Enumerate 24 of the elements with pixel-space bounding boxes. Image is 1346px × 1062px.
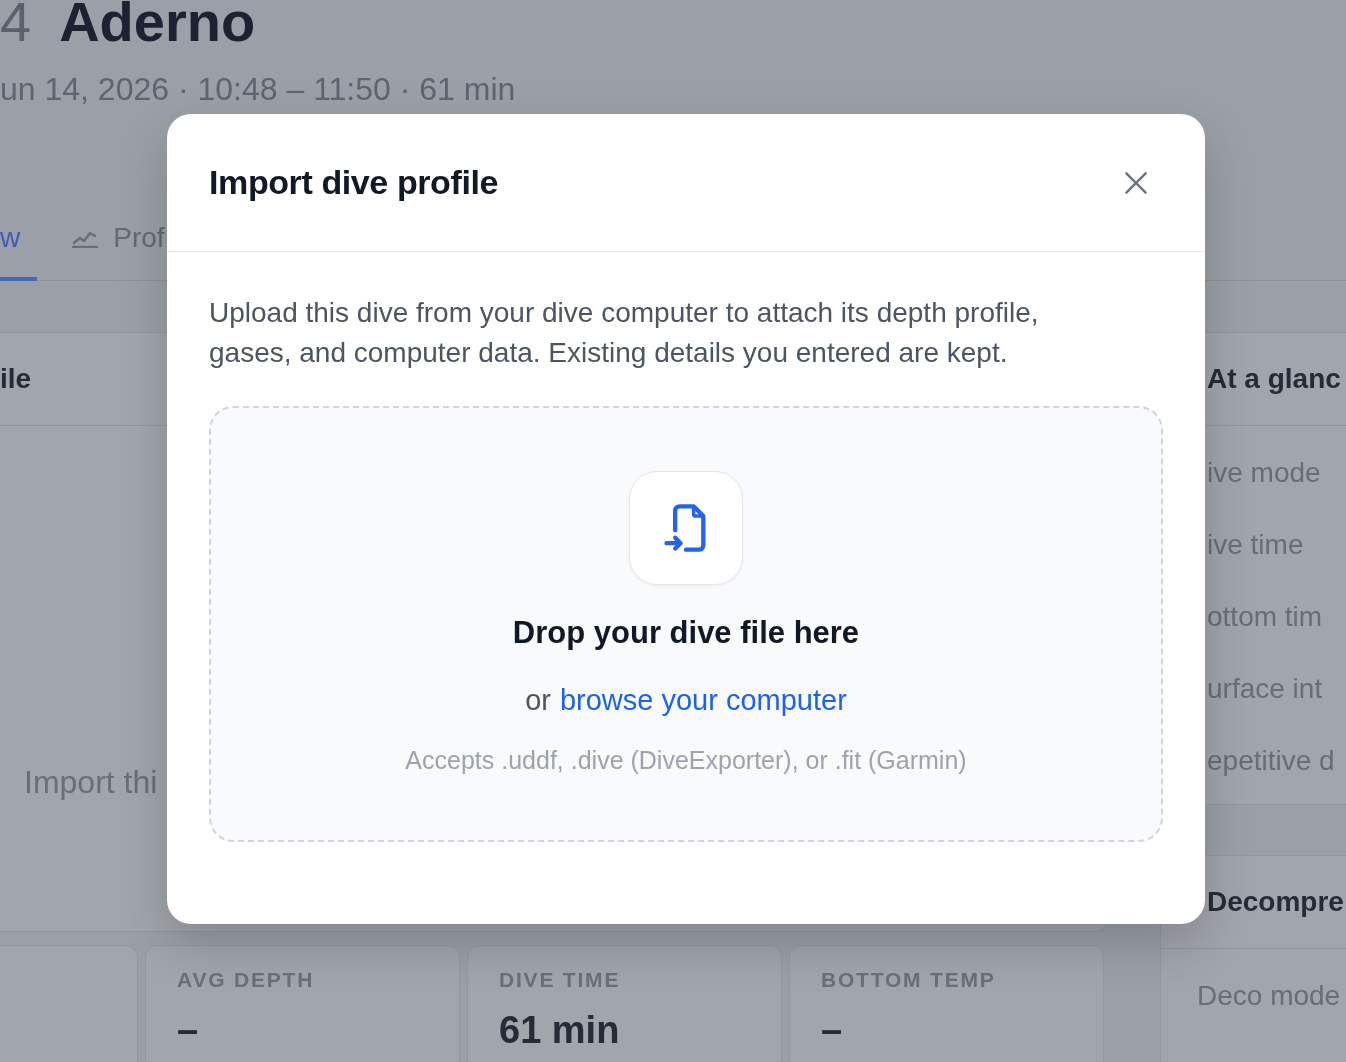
stat-value: – xyxy=(821,1008,843,1053)
row-label: urface int xyxy=(1207,672,1323,706)
close-icon xyxy=(1125,171,1147,194)
page-title: Aderno xyxy=(59,0,256,44)
card-title: ile xyxy=(0,362,32,396)
close-button[interactable] xyxy=(1124,170,1148,195)
file-drop-zone[interactable]: Drop your dive file here or browse your computer Accepts .uddf, .dive (DiveExporter), or .fit (Garmin) xyxy=(209,406,1163,842)
card-title: Decompre xyxy=(1207,885,1344,919)
stat-value: – xyxy=(177,1008,199,1053)
drop-heading: Drop your dive file here xyxy=(512,614,860,652)
accepted-formats-text: Accepts .uddf, .dive (DiveExporter), or .fit (Garmin) xyxy=(405,745,967,776)
dive-meta: un 14, 2026 · 10:48 – 11:50 · 61 min xyxy=(0,71,516,107)
row-label: ive mode xyxy=(1207,456,1321,490)
row-label: ive time xyxy=(1207,528,1304,562)
prompt-text: or xyxy=(525,683,551,718)
dive-number: 4 xyxy=(0,0,32,44)
row-label: epetitive d xyxy=(1207,744,1335,778)
dialog-title: Import dive profile xyxy=(209,162,498,203)
stat-value: 61 min xyxy=(499,1008,620,1053)
row-label: Deco mode xyxy=(1197,979,1341,1013)
row-label: ottom tim xyxy=(1207,600,1323,634)
dialog-description: Upload this dive from your dive computer to attach its depth profile, gases, and computer data. Existing details you entered are kept. xyxy=(209,296,1040,370)
browse-link[interactable]: browse your computer xyxy=(559,680,847,720)
card-title: At a glanc xyxy=(1207,362,1341,396)
